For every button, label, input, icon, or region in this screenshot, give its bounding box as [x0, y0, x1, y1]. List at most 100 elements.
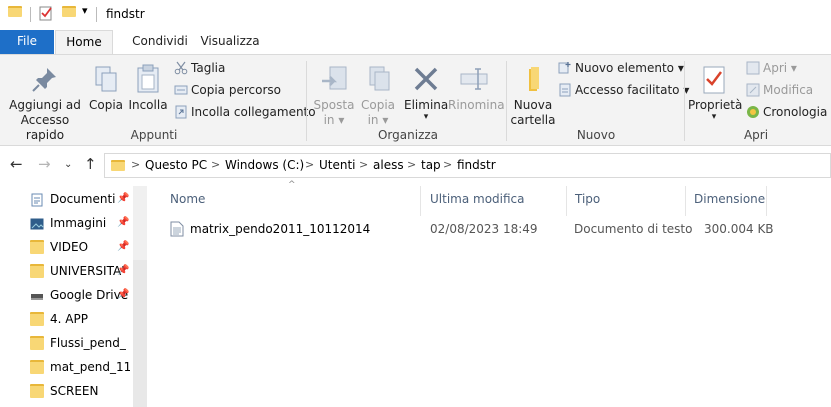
breadcrumb-item-current[interactable]: findstr — [457, 158, 496, 172]
up-arrow-icon[interactable]: ↑ — [84, 155, 97, 173]
pin-icon: 📌 — [117, 265, 130, 276]
rename-icon — [458, 63, 490, 95]
delete-x-icon — [410, 63, 442, 95]
pin-to-quick-access-button[interactable]: Aggiungi ad Accesso rapido — [4, 63, 86, 143]
sidebar-item-mat-pend-11[interactable]: mat_pend_11 — [30, 356, 130, 378]
scrollbar-track[interactable] — [133, 186, 147, 260]
divider — [96, 7, 97, 22]
tab-file[interactable]: File — [0, 30, 54, 54]
file-size: 300.004 KB — [704, 222, 774, 236]
move-to-button[interactable]: Sposta in ▾ — [312, 63, 356, 128]
paste-button[interactable]: Incolla — [128, 63, 168, 113]
column-header-type[interactable]: Tipo — [575, 192, 600, 206]
column-divider[interactable] — [566, 186, 567, 216]
divider — [30, 7, 31, 22]
rename-label: Rinomina — [448, 98, 505, 112]
folder-icon — [30, 359, 44, 374]
column-header-name[interactable]: Nome — [170, 192, 205, 206]
window-title: findstr — [106, 7, 145, 21]
sidebar-item-4-app[interactable]: 4. APP — [30, 308, 130, 330]
sidebar-item-video[interactable]: VIDEO — [30, 236, 130, 258]
column-header-size[interactable]: Dimensione — [694, 192, 765, 206]
breadcrumb-separator[interactable]: > — [407, 158, 416, 171]
breadcrumb-item[interactable]: Utenti — [319, 158, 356, 172]
rename-button[interactable]: Rinomina — [448, 63, 505, 113]
breadcrumb-item[interactable]: aless — [373, 158, 404, 172]
table-row[interactable]: matrix_pendo2011_10112014 02/08/2023 18:… — [170, 218, 780, 240]
paste-shortcut-button[interactable]: Incolla collegamento — [174, 102, 316, 122]
folder-icon — [8, 6, 22, 17]
open-button[interactable]: Apri ▾ — [746, 58, 797, 78]
new-folder-icon — [517, 63, 549, 95]
recent-locations-chevron-icon[interactable]: ⌄ — [64, 159, 72, 170]
breadcrumb-separator[interactable]: > — [131, 158, 140, 171]
breadcrumb-item[interactable]: tap — [421, 158, 441, 172]
breadcrumb-item[interactable]: Windows (C:) — [225, 158, 304, 172]
file-name: matrix_pendo2011_10112014 — [190, 222, 371, 236]
file-type: Documento di testo — [574, 222, 693, 236]
tab-condividi[interactable]: Condividi — [122, 30, 198, 54]
forward-arrow-icon[interactable]: → — [38, 155, 51, 173]
breadcrumb-separator[interactable]: > — [359, 158, 368, 171]
divider — [306, 61, 307, 141]
scrollbar-thumb[interactable] — [133, 260, 147, 407]
sidebar-item-google-drive[interactable]: Google Drive — [30, 284, 130, 306]
sidebar-item-flussi-pend[interactable]: Flussi_pend_ — [30, 332, 130, 354]
history-icon — [746, 105, 760, 119]
breadcrumb-separator[interactable]: > — [211, 158, 220, 171]
pin-icon — [29, 63, 61, 95]
folder-icon — [30, 263, 44, 278]
new-folder-icon[interactable] — [62, 6, 76, 17]
folder-icon — [30, 383, 44, 398]
group-label-apri: Apri — [743, 128, 769, 142]
copy-to-icon — [362, 63, 394, 95]
move-label: Sposta in — [313, 98, 355, 127]
tab-home[interactable]: Home — [55, 30, 113, 54]
sidebar-item-immagini[interactable]: Immagini — [30, 212, 130, 234]
address-bar[interactable]: > Questo PC > Windows (C:) > Utenti > al… — [104, 153, 831, 178]
move-icon — [318, 63, 350, 95]
back-arrow-icon[interactable]: ← — [10, 155, 23, 173]
sidebar-item-screen[interactable]: SCREEN — [30, 380, 130, 402]
new-item-button[interactable]: Nuovo elemento ▾ — [558, 58, 684, 78]
copy-path-icon — [174, 83, 188, 97]
new-folder-button[interactable]: Nuova cartella — [510, 63, 556, 128]
folder-icon — [30, 239, 44, 254]
pin-icon: 📌 — [117, 217, 130, 228]
group-label-appunti: Appunti — [130, 128, 178, 142]
customize-toolbar-dropdown[interactable]: ▾ — [82, 4, 88, 17]
group-label-nuovo: Nuovo — [576, 128, 616, 142]
copy-to-button[interactable]: Copia in ▾ — [356, 63, 400, 128]
column-divider[interactable] — [766, 186, 767, 216]
column-divider[interactable] — [420, 186, 421, 216]
divider — [506, 61, 507, 141]
folder-icon — [30, 335, 44, 350]
breadcrumb-item[interactable]: Questo PC — [145, 158, 207, 172]
file-modified: 02/08/2023 18:49 — [430, 222, 538, 236]
delete-button[interactable]: Elimina ▾ — [404, 63, 449, 122]
column-header-modified[interactable]: Ultima modifica — [430, 192, 525, 206]
copy-button[interactable]: Copia — [88, 63, 124, 113]
file-list: ^ Nome Ultima modifica Tipo Dimensione m… — [148, 180, 831, 407]
properties-icon[interactable] — [38, 5, 54, 24]
pin-icon: 📌 — [117, 241, 130, 252]
sidebar-item-documenti[interactable]: Documenti — [30, 188, 130, 210]
tab-visualizza[interactable]: Visualizza — [198, 30, 262, 54]
sidebar-item-universita[interactable]: UNIVERSITA' — [30, 260, 130, 282]
delete-label: Elimina — [404, 98, 449, 112]
image-icon — [30, 216, 44, 230]
folder-icon — [111, 160, 125, 171]
paste-shortcut-icon — [174, 105, 188, 119]
cut-button[interactable]: Taglia — [174, 58, 225, 78]
breadcrumb-separator[interactable]: > — [443, 158, 452, 171]
copy-path-button[interactable]: Copia percorso — [174, 80, 281, 100]
document-icon — [30, 192, 44, 206]
column-divider[interactable] — [685, 186, 686, 216]
easy-access-button[interactable]: Accesso facilitato ▾ — [558, 80, 689, 100]
edit-icon — [746, 83, 760, 97]
breadcrumb-separator[interactable]: > — [305, 158, 314, 171]
properties-button[interactable]: Proprietà ▾ — [688, 63, 742, 122]
edit-button[interactable]: Modifica — [746, 80, 813, 100]
history-button[interactable]: Cronologia — [746, 102, 827, 122]
properties-icon — [698, 63, 730, 95]
